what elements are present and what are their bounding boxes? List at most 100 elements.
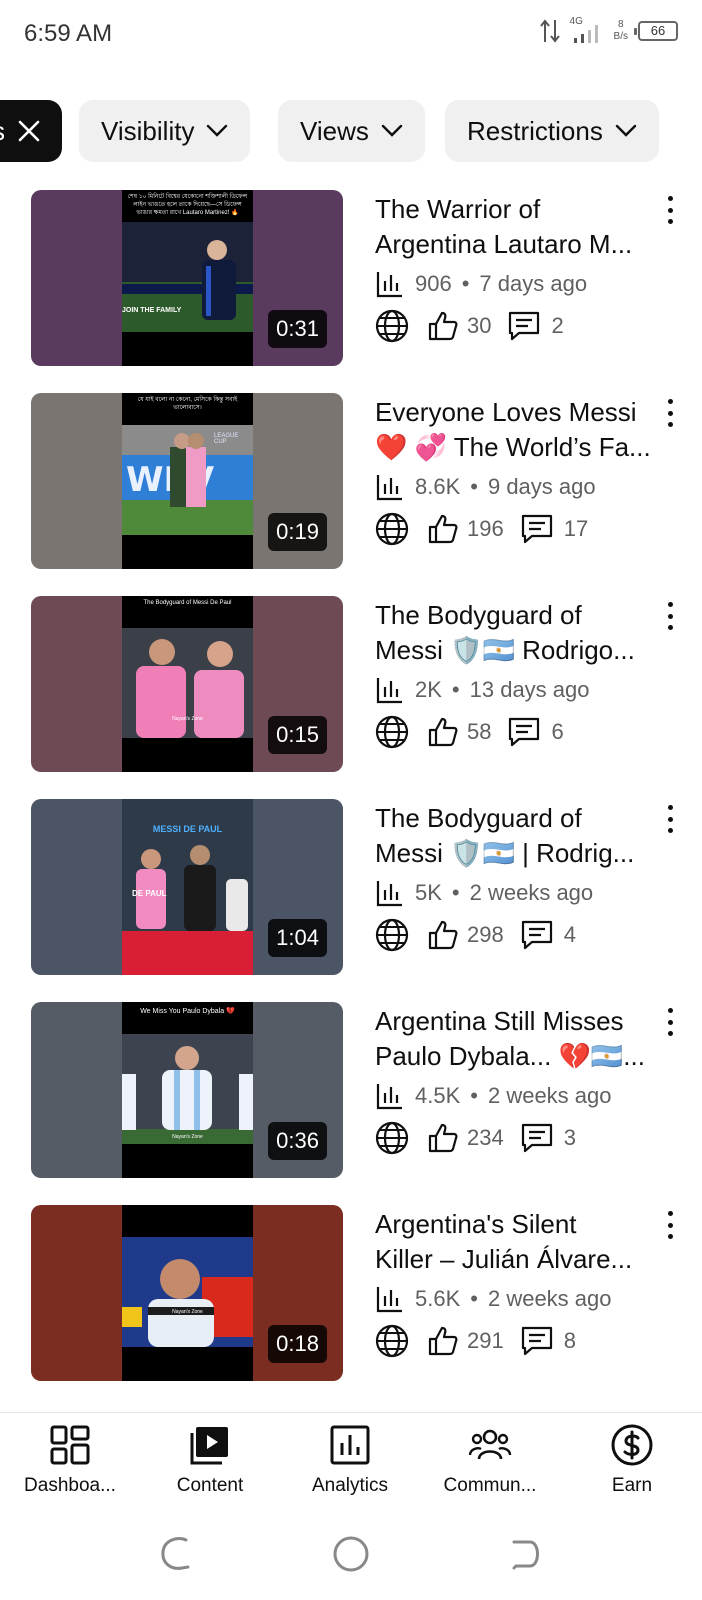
analytics-icon — [376, 272, 402, 298]
video-thumbnail[interactable]: শেষ ১০ মিনিটে বিশ্বের যেকোনো শক্তিশালী ড… — [31, 190, 343, 366]
close-icon[interactable] — [17, 119, 41, 143]
thumbnail-image — [122, 839, 253, 975]
video-title[interactable]: Argentina Still Misses Paulo Dybala... 💔… — [375, 1004, 655, 1074]
duration-badge: 0:15 — [268, 716, 327, 754]
filter-chip-visibility[interactable]: Visibility — [79, 100, 251, 162]
thumbnail-overlay-text: Nayan's Zone — [172, 1134, 203, 1140]
thumbnail-frame: Nayan's Zone — [122, 1205, 253, 1381]
more-options-icon[interactable] — [660, 602, 680, 630]
like-count: 30 — [467, 313, 492, 338]
more-options-icon[interactable] — [660, 1211, 680, 1239]
recent-apps-icon[interactable] — [156, 1534, 196, 1574]
video-title[interactable]: The Bodyguard of Messi 🛡️🇦🇷 | Rodrig... — [375, 801, 655, 871]
filter-chip-row: s Visibility Views Restrictions — [0, 100, 702, 164]
like-count: 234 — [467, 1125, 504, 1150]
more-options-icon[interactable] — [660, 196, 680, 224]
video-thumbnail[interactable]: যে যাই বলো না কেনো, মেসিকে কিন্তু সবাই ভ… — [31, 393, 343, 569]
video-meta: 30 2 — [375, 308, 564, 344]
status-icons: 4G 8 B/s 66 — [539, 16, 678, 44]
analytics-icon — [376, 678, 402, 704]
comment-count: 2 — [551, 313, 564, 338]
duration-badge: 0:31 — [268, 310, 327, 348]
video-title[interactable]: Argentina's Silent Killer – Julián Álvar… — [375, 1207, 655, 1277]
chevron-down-icon — [615, 124, 637, 137]
community-icon — [468, 1429, 512, 1460]
upload-age: 2 weeks ago — [469, 880, 594, 905]
upload-age: 2 weeks ago — [487, 1083, 612, 1108]
like-count: 291 — [467, 1328, 504, 1353]
video-item[interactable]: We Miss You Paulo Dybala 💔 Nayan's Zone … — [0, 1002, 702, 1178]
video-meta: 196 17 — [375, 511, 588, 547]
analytics-icon — [330, 1425, 370, 1465]
comment-icon — [521, 1326, 552, 1356]
comment-count: 17 — [563, 516, 589, 541]
duration-badge: 1:04 — [268, 919, 327, 957]
view-count: 8.6K — [415, 474, 461, 499]
analytics-icon — [376, 881, 402, 907]
video-stats: 5K • 2 weeks ago — [375, 877, 593, 909]
upload-age: 2 weeks ago — [487, 1286, 612, 1311]
thumbnail-frame: MESSI DE PAUL DE PAUL — [122, 799, 253, 975]
like-count: 58 — [467, 719, 492, 744]
home-icon[interactable] — [331, 1534, 371, 1574]
upload-age: 7 days ago — [479, 271, 588, 296]
thumbnail-frame: শেষ ১০ মিনিটে বিশ্বের যেকোনো শক্তিশালী ড… — [122, 190, 253, 366]
video-thumbnail[interactable]: Nayan's Zone 0:18 — [31, 1205, 343, 1381]
globe-icon — [375, 918, 409, 952]
filter-chip-restrictions[interactable]: Restrictions — [445, 100, 659, 162]
globe-icon — [375, 309, 409, 343]
thumbnail-overlay-text: LEAGUE CUP — [214, 433, 239, 445]
chip-label: Restrictions — [467, 115, 603, 146]
duration-badge: 0:19 — [268, 513, 327, 551]
duration-badge: 0:18 — [268, 1325, 327, 1363]
chevron-down-icon — [381, 124, 403, 137]
comment-count: 8 — [563, 1328, 576, 1353]
more-options-icon[interactable] — [660, 1008, 680, 1036]
view-count: 2K — [415, 677, 442, 702]
nav-dashboard[interactable]: Dashboa... — [0, 1423, 140, 1513]
thumbnail-overlay-text: Nayan's Zone — [172, 1309, 203, 1315]
battery-icon: 66 — [634, 21, 678, 41]
video-thumbnail[interactable]: The Bodyguard of Messi De Paul Nayan's Z… — [31, 596, 343, 772]
like-count: 196 — [467, 516, 504, 541]
more-options-icon[interactable] — [660, 399, 680, 427]
thumbnail-frame: We Miss You Paulo Dybala 💔 Nayan's Zone — [122, 1002, 253, 1178]
thumbnail-caption: যে যাই বলো না কেনো, মেসিকে কিন্তু সবাই ভ… — [137, 397, 238, 411]
thumbs-up-icon — [428, 717, 458, 747]
video-item[interactable]: শেষ ১০ মিনিটে বিশ্বের যেকোনো শক্তিশালী ড… — [0, 190, 702, 366]
thumbs-up-icon — [428, 514, 458, 544]
more-options-icon[interactable] — [660, 805, 680, 833]
like-count: 298 — [467, 922, 504, 947]
video-meta: 291 8 — [375, 1323, 576, 1359]
thumbs-up-icon — [428, 1326, 458, 1356]
filter-chip-views[interactable]: Views — [278, 100, 425, 162]
filter-chip-selected[interactable]: s — [0, 100, 62, 162]
video-thumbnail[interactable]: MESSI DE PAUL DE PAUL 1:04 — [31, 799, 343, 975]
video-title[interactable]: The Warrior of Argentina Lautaro M... — [375, 192, 655, 262]
video-item[interactable]: The Bodyguard of Messi De Paul Nayan's Z… — [0, 596, 702, 772]
back-icon[interactable] — [506, 1534, 546, 1574]
video-item[interactable]: Nayan's Zone 0:18 Argentina's Silent Kil… — [0, 1205, 702, 1381]
thumbnail-image — [122, 1034, 253, 1144]
nav-community[interactable]: Commun... — [420, 1423, 560, 1513]
view-count: 5K — [415, 880, 442, 905]
view-count: 4.5K — [415, 1083, 461, 1108]
video-title[interactable]: Everyone Loves Messi ❤️ 💞 The World’s Fa… — [375, 395, 655, 465]
thumbnail-caption: We Miss You Paulo Dybala 💔 — [140, 1008, 235, 1015]
video-stats: 2K • 13 days ago — [375, 674, 590, 706]
nav-label: Content — [176, 1475, 244, 1496]
thumbnail-caption: MESSI DE PAUL — [152, 824, 223, 834]
video-item[interactable]: MESSI DE PAUL DE PAUL 1:04 The Bodyguard… — [0, 799, 702, 975]
chip-label: s — [0, 116, 5, 147]
nav-analytics[interactable]: Analytics — [280, 1423, 420, 1513]
view-count: 906 — [415, 271, 452, 296]
video-thumbnail[interactable]: We Miss You Paulo Dybala 💔 Nayan's Zone … — [31, 1002, 343, 1178]
nav-earn[interactable]: Earn — [562, 1423, 702, 1513]
video-title[interactable]: The Bodyguard of Messi 🛡️🇦🇷 Rodrigo... — [375, 598, 655, 668]
nav-content[interactable]: Content — [140, 1423, 280, 1513]
status-time: 6:59 AM — [24, 20, 113, 47]
thumbnail-overlay-text: JOIN THE FAMILY — [122, 307, 182, 314]
thumbnail-overlay-text: DE PAUL — [132, 889, 167, 898]
status-bar: 6:59 AM 4G 8 B/s 66 — [0, 0, 702, 72]
video-item[interactable]: যে যাই বলো না কেনো, মেসিকে কিন্তু সবাই ভ… — [0, 393, 702, 569]
